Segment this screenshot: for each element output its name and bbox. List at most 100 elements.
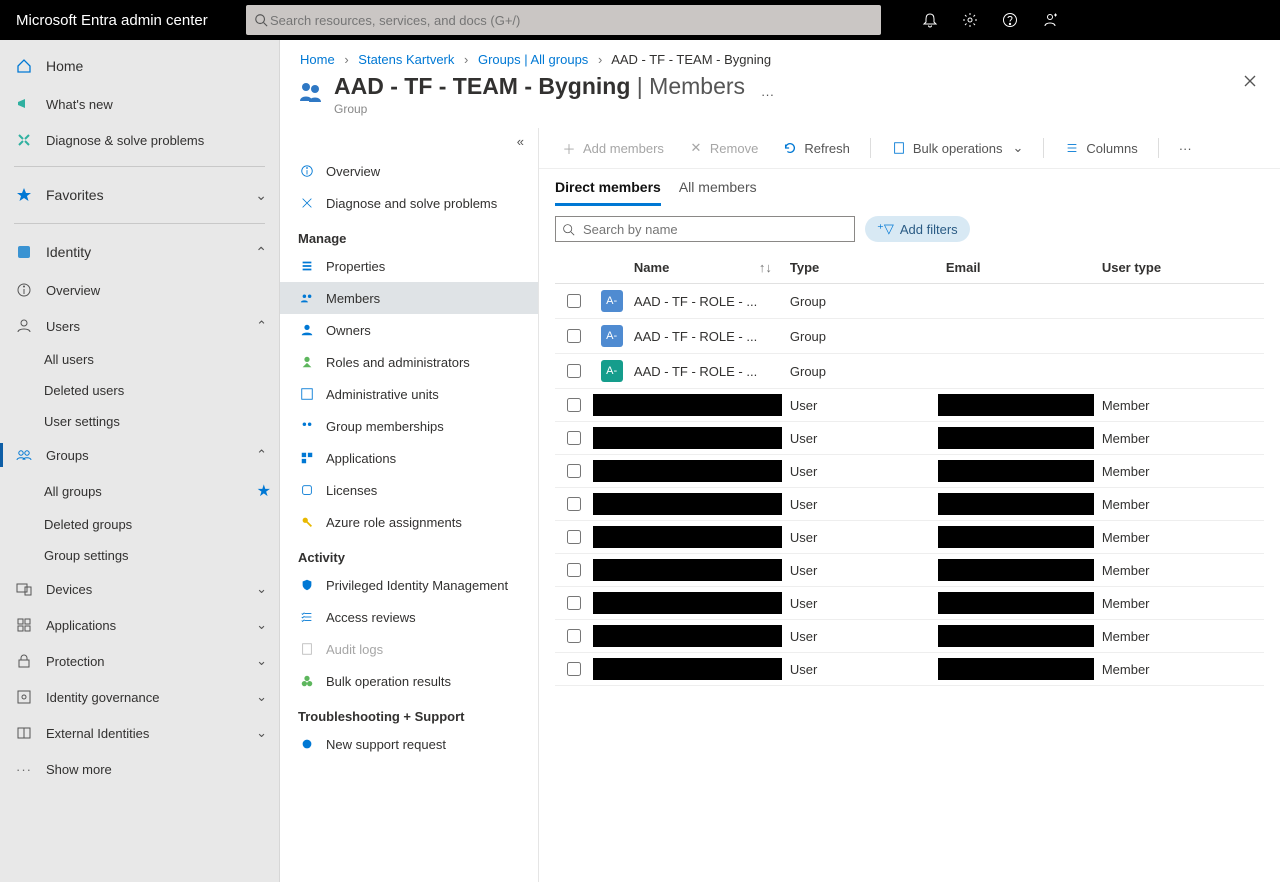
nav-group-settings[interactable]: Group settings (0, 540, 279, 571)
res-apps[interactable]: Applications (280, 442, 538, 474)
row-checkbox[interactable] (567, 530, 581, 544)
cell-name[interactable] (626, 389, 782, 422)
col-type[interactable]: Type (782, 252, 938, 284)
nav-show-more[interactable]: ··· Show more (0, 751, 279, 787)
cell-name[interactable] (626, 653, 782, 686)
close-icon[interactable] (1242, 73, 1258, 89)
settings-icon[interactable] (950, 0, 990, 40)
breadcrumb-groups[interactable]: Groups | All groups (478, 52, 588, 67)
cmd-columns[interactable]: Columns (1054, 136, 1147, 160)
table-row[interactable]: UserMember (555, 389, 1264, 422)
table-row[interactable]: A-AAD - TF - ROLE - ...Group (555, 319, 1264, 354)
row-checkbox[interactable] (567, 662, 581, 676)
add-filters-button[interactable]: ⁺▽Add filters (865, 216, 970, 242)
row-checkbox[interactable] (567, 364, 581, 378)
res-support[interactable]: New support request (280, 728, 538, 760)
nav-deleted-groups[interactable]: Deleted groups (0, 509, 279, 540)
nav-whats-new[interactable]: What's new (0, 86, 279, 122)
table-row[interactable]: A-AAD - TF - ROLE - ...Group (555, 354, 1264, 389)
cmd-more[interactable]: ··· (1169, 137, 1202, 160)
cmd-refresh[interactable]: Refresh (772, 136, 860, 160)
table-row[interactable]: UserMember (555, 521, 1264, 554)
res-bulk-results[interactable]: Bulk operation results (280, 665, 538, 697)
nav-identity-governance[interactable]: Identity governance ⌄ (0, 679, 279, 715)
cell-name[interactable] (626, 422, 782, 455)
global-search-input[interactable] (268, 12, 873, 29)
table-row[interactable]: UserMember (555, 653, 1264, 686)
nav-all-groups[interactable]: All groups ★ (0, 473, 279, 509)
breadcrumb-home[interactable]: Home (300, 52, 335, 67)
table-row[interactable]: UserMember (555, 587, 1264, 620)
nav-external-identities[interactable]: External Identities ⌄ (0, 715, 279, 751)
res-admin-units[interactable]: Administrative units (280, 378, 538, 410)
row-checkbox[interactable] (567, 563, 581, 577)
breadcrumb-tenant[interactable]: Statens Kartverk (358, 52, 454, 67)
res-licenses[interactable]: Licenses (280, 474, 538, 506)
help-icon[interactable] (990, 0, 1030, 40)
nav-users[interactable]: Users ⌃ (0, 308, 279, 344)
col-email[interactable]: Email (938, 252, 1094, 284)
res-roles[interactable]: Roles and administrators (280, 346, 538, 378)
row-checkbox[interactable] (567, 497, 581, 511)
feedback-icon[interactable] (1030, 0, 1070, 40)
favorite-star-icon[interactable]: ★ (257, 481, 271, 501)
res-members[interactable]: Members (280, 282, 538, 314)
cell-name[interactable]: AAD - TF - ROLE - ... (626, 319, 782, 354)
row-checkbox[interactable] (567, 464, 581, 478)
row-checkbox[interactable] (567, 431, 581, 445)
tab-all-members[interactable]: All members (679, 179, 757, 206)
res-properties[interactable]: Properties (280, 250, 538, 282)
sort-icon[interactable]: ↑↓ (759, 260, 772, 275)
nav-overview[interactable]: Overview (0, 272, 279, 308)
row-checkbox[interactable] (567, 629, 581, 643)
nav-user-settings[interactable]: User settings (0, 406, 279, 437)
cell-name[interactable] (626, 587, 782, 620)
res-access-reviews[interactable]: Access reviews (280, 601, 538, 633)
res-owners[interactable]: Owners (280, 314, 538, 346)
cell-name[interactable] (626, 455, 782, 488)
member-search-input[interactable] (581, 221, 848, 238)
table-row[interactable]: UserMember (555, 422, 1264, 455)
cmd-remove[interactable]: ✕Remove (678, 136, 768, 160)
global-search[interactable] (246, 5, 881, 35)
cell-name[interactable]: AAD - TF - ROLE - ... (626, 354, 782, 389)
cmd-add-members[interactable]: ＋Add members (551, 136, 674, 160)
collapse-menu-icon[interactable]: « (280, 128, 538, 155)
cell-name[interactable] (626, 521, 782, 554)
cmd-bulk[interactable]: Bulk operations⌄ (881, 136, 1034, 160)
col-name[interactable]: Name↑↓ (626, 252, 782, 284)
cell-name[interactable] (626, 488, 782, 521)
res-diagnose[interactable]: Diagnose and solve problems (280, 187, 538, 219)
cell-name[interactable] (626, 620, 782, 653)
row-checkbox[interactable] (567, 329, 581, 343)
notifications-icon[interactable] (910, 0, 950, 40)
nav-deleted-users[interactable]: Deleted users (0, 375, 279, 406)
nav-applications[interactable]: Applications ⌄ (0, 607, 279, 643)
row-checkbox[interactable] (567, 398, 581, 412)
nav-devices[interactable]: Devices ⌄ (0, 571, 279, 607)
nav-favorites[interactable]: Favorites ⌄ (0, 175, 279, 215)
table-row[interactable]: UserMember (555, 488, 1264, 521)
cell-name[interactable] (626, 554, 782, 587)
table-row[interactable]: UserMember (555, 620, 1264, 653)
nav-all-users[interactable]: All users (0, 344, 279, 375)
col-user-type[interactable]: User type (1094, 252, 1264, 284)
res-azure-roles[interactable]: Azure role assignments (280, 506, 538, 538)
res-group-mem[interactable]: Group memberships (280, 410, 538, 442)
row-checkbox[interactable] (567, 294, 581, 308)
tab-direct-members[interactable]: Direct members (555, 179, 661, 206)
row-checkbox[interactable] (567, 596, 581, 610)
nav-diagnose[interactable]: Diagnose & solve problems (0, 122, 279, 158)
table-row[interactable]: A-AAD - TF - ROLE - ...Group (555, 284, 1264, 319)
account-area[interactable] (1070, 0, 1280, 40)
page-more-icon[interactable]: ··· (761, 87, 774, 102)
nav-protection[interactable]: Protection ⌄ (0, 643, 279, 679)
nav-home[interactable]: Home (0, 46, 279, 86)
res-overview[interactable]: Overview (280, 155, 538, 187)
cell-name[interactable]: AAD - TF - ROLE - ... (626, 284, 782, 319)
table-row[interactable]: UserMember (555, 554, 1264, 587)
member-search[interactable] (555, 216, 855, 242)
table-row[interactable]: UserMember (555, 455, 1264, 488)
res-pim[interactable]: Privileged Identity Management (280, 569, 538, 601)
nav-identity[interactable]: Identity ⌃ (0, 232, 279, 272)
